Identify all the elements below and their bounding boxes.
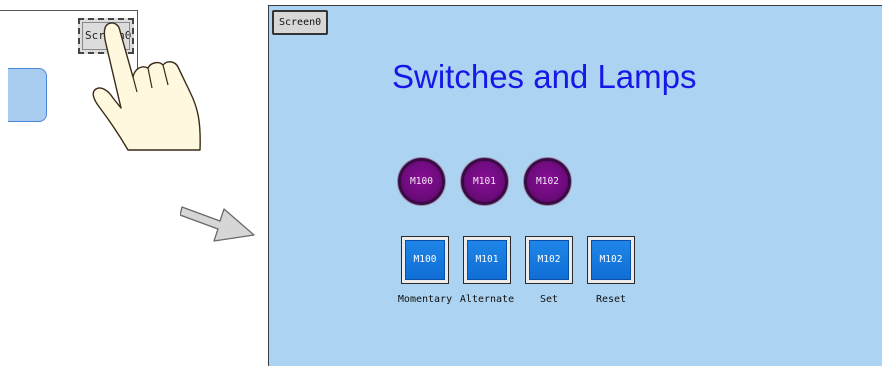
set-label: Set <box>539 294 559 305</box>
pointing-hand-icon <box>92 22 201 151</box>
screen-switch-button[interactable]: Screen0 <box>272 10 329 35</box>
alternate-switch-button[interactable]: M101 <box>463 236 511 284</box>
right-arrow-icon <box>180 206 255 242</box>
alternate-label: Alternate <box>459 294 515 305</box>
momentary-switch-button[interactable]: M100 <box>401 236 449 284</box>
mini-panel-shape <box>8 68 47 122</box>
screen-title: Switches and Lamps <box>392 58 697 95</box>
set-switch-button[interactable]: M102 <box>525 236 573 284</box>
touch-panel-screen: Screen0 Switches and Lamps M100 M101 M10… <box>268 5 882 366</box>
reset-switch-button[interactable]: M102 <box>587 236 635 284</box>
momentary-label: Momentary <box>397 294 453 305</box>
lamp-m101: M101 <box>461 158 508 205</box>
reset-label: Reset <box>595 294 627 305</box>
lamp-m100: M100 <box>398 158 445 205</box>
lamp-m102: M102 <box>524 158 571 205</box>
